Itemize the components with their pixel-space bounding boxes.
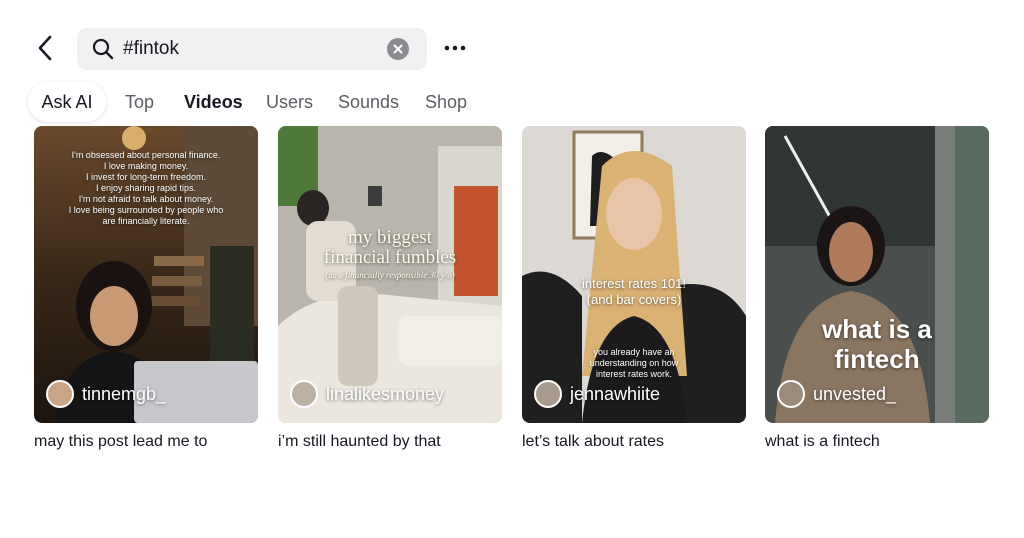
more-horizontal-icon (444, 45, 466, 51)
video-overlay-title: my biggest financial fumbles (278, 228, 502, 268)
video-author[interactable]: jennawhiite (534, 379, 660, 409)
video-caption[interactable]: what is a fintech (765, 433, 989, 451)
close-icon (393, 44, 403, 54)
top-bar (0, 0, 1024, 80)
avatar (46, 380, 74, 408)
overlay-line: understanding on how (589, 358, 679, 368)
back-button[interactable] (34, 33, 58, 63)
video-thumbnail[interactable]: interest rates 101! (and bar covers) you… (522, 126, 746, 423)
clear-search-button[interactable] (387, 38, 409, 60)
overlay-line: I invest for long-term freedom. (85, 172, 207, 182)
video-overlay-subtitle: you already have an understanding on how… (522, 347, 746, 380)
video-overlay-subtitle: (as a financially responsible 30 y/o) (325, 270, 455, 280)
overlay-line: financial fumbles (323, 247, 457, 268)
overlay-line: my biggest (348, 227, 432, 248)
avatar (290, 380, 318, 408)
video-card[interactable]: interest rates 101! (and bar covers) you… (522, 126, 746, 451)
more-options-button[interactable] (440, 36, 470, 60)
tab-users[interactable]: Users (266, 82, 313, 122)
author-username: unvested_ (813, 383, 897, 404)
author-username: jennawhiite (570, 383, 661, 404)
author-username: tinnemgb_ (82, 383, 167, 404)
video-overlay-title: interest rates 101! (and bar covers) (522, 276, 746, 308)
overlay-line: I'm not afraid to talk about money. (78, 194, 214, 204)
overlay-line: I enjoy sharing rapid tips. (95, 183, 197, 193)
video-thumbnail[interactable]: what is a fintech unvested_ (765, 126, 989, 423)
search-tabs: Ask AI Top Videos Users Sounds Shop (28, 82, 508, 122)
video-card[interactable]: I'm obsessed about personal finance. I l… (34, 126, 258, 451)
video-author[interactable]: linalikesmoney (290, 379, 444, 409)
tab-ask-ai[interactable]: Ask AI (28, 82, 106, 122)
overlay-line: what is a (822, 314, 932, 344)
video-thumbnail[interactable]: my biggest financial fumbles (as a finan… (278, 126, 502, 423)
overlay-line: you already have an (593, 347, 675, 357)
overlay-line: I love making money. (103, 161, 189, 171)
tab-sounds[interactable]: Sounds (338, 82, 399, 122)
overlay-line: fintech (834, 344, 920, 374)
search-input[interactable] (123, 28, 373, 70)
avatar (777, 380, 805, 408)
avatar (534, 380, 562, 408)
video-author[interactable]: unvested_ (777, 379, 896, 409)
tab-videos[interactable]: Videos (184, 82, 243, 122)
video-thumbnail[interactable]: I'm obsessed about personal finance. I l… (34, 126, 258, 423)
overlay-line: I'm obsessed about personal finance. (71, 150, 221, 160)
overlay-line: (and bar covers) (586, 292, 682, 307)
video-caption[interactable]: may this post lead me to (34, 433, 258, 451)
search-icon (92, 38, 114, 60)
video-grid: I'm obsessed about personal finance. I l… (34, 126, 994, 466)
video-overlay-title: what is a fintech (765, 314, 989, 374)
overlay-line: interest rates 101! (581, 276, 687, 291)
chevron-left-icon (38, 35, 52, 61)
video-overlay-text: I'm obsessed about personal finance. I l… (34, 150, 258, 227)
tab-top[interactable]: Top (125, 82, 154, 122)
overlay-line: are financially literate. (102, 216, 190, 226)
video-caption[interactable]: let’s talk about rates (522, 433, 746, 451)
author-username: linalikesmoney (326, 383, 445, 404)
overlay-line: I love being surrounded by people who (68, 205, 224, 215)
search-bar[interactable] (77, 28, 427, 70)
video-card[interactable]: what is a fintech unvested_ what is a fi… (765, 126, 989, 451)
video-caption[interactable]: i’m still haunted by that (278, 433, 502, 451)
video-card[interactable]: my biggest financial fumbles (as a finan… (278, 126, 502, 451)
tab-shop[interactable]: Shop (425, 82, 467, 122)
video-author[interactable]: tinnemgb_ (46, 379, 166, 409)
